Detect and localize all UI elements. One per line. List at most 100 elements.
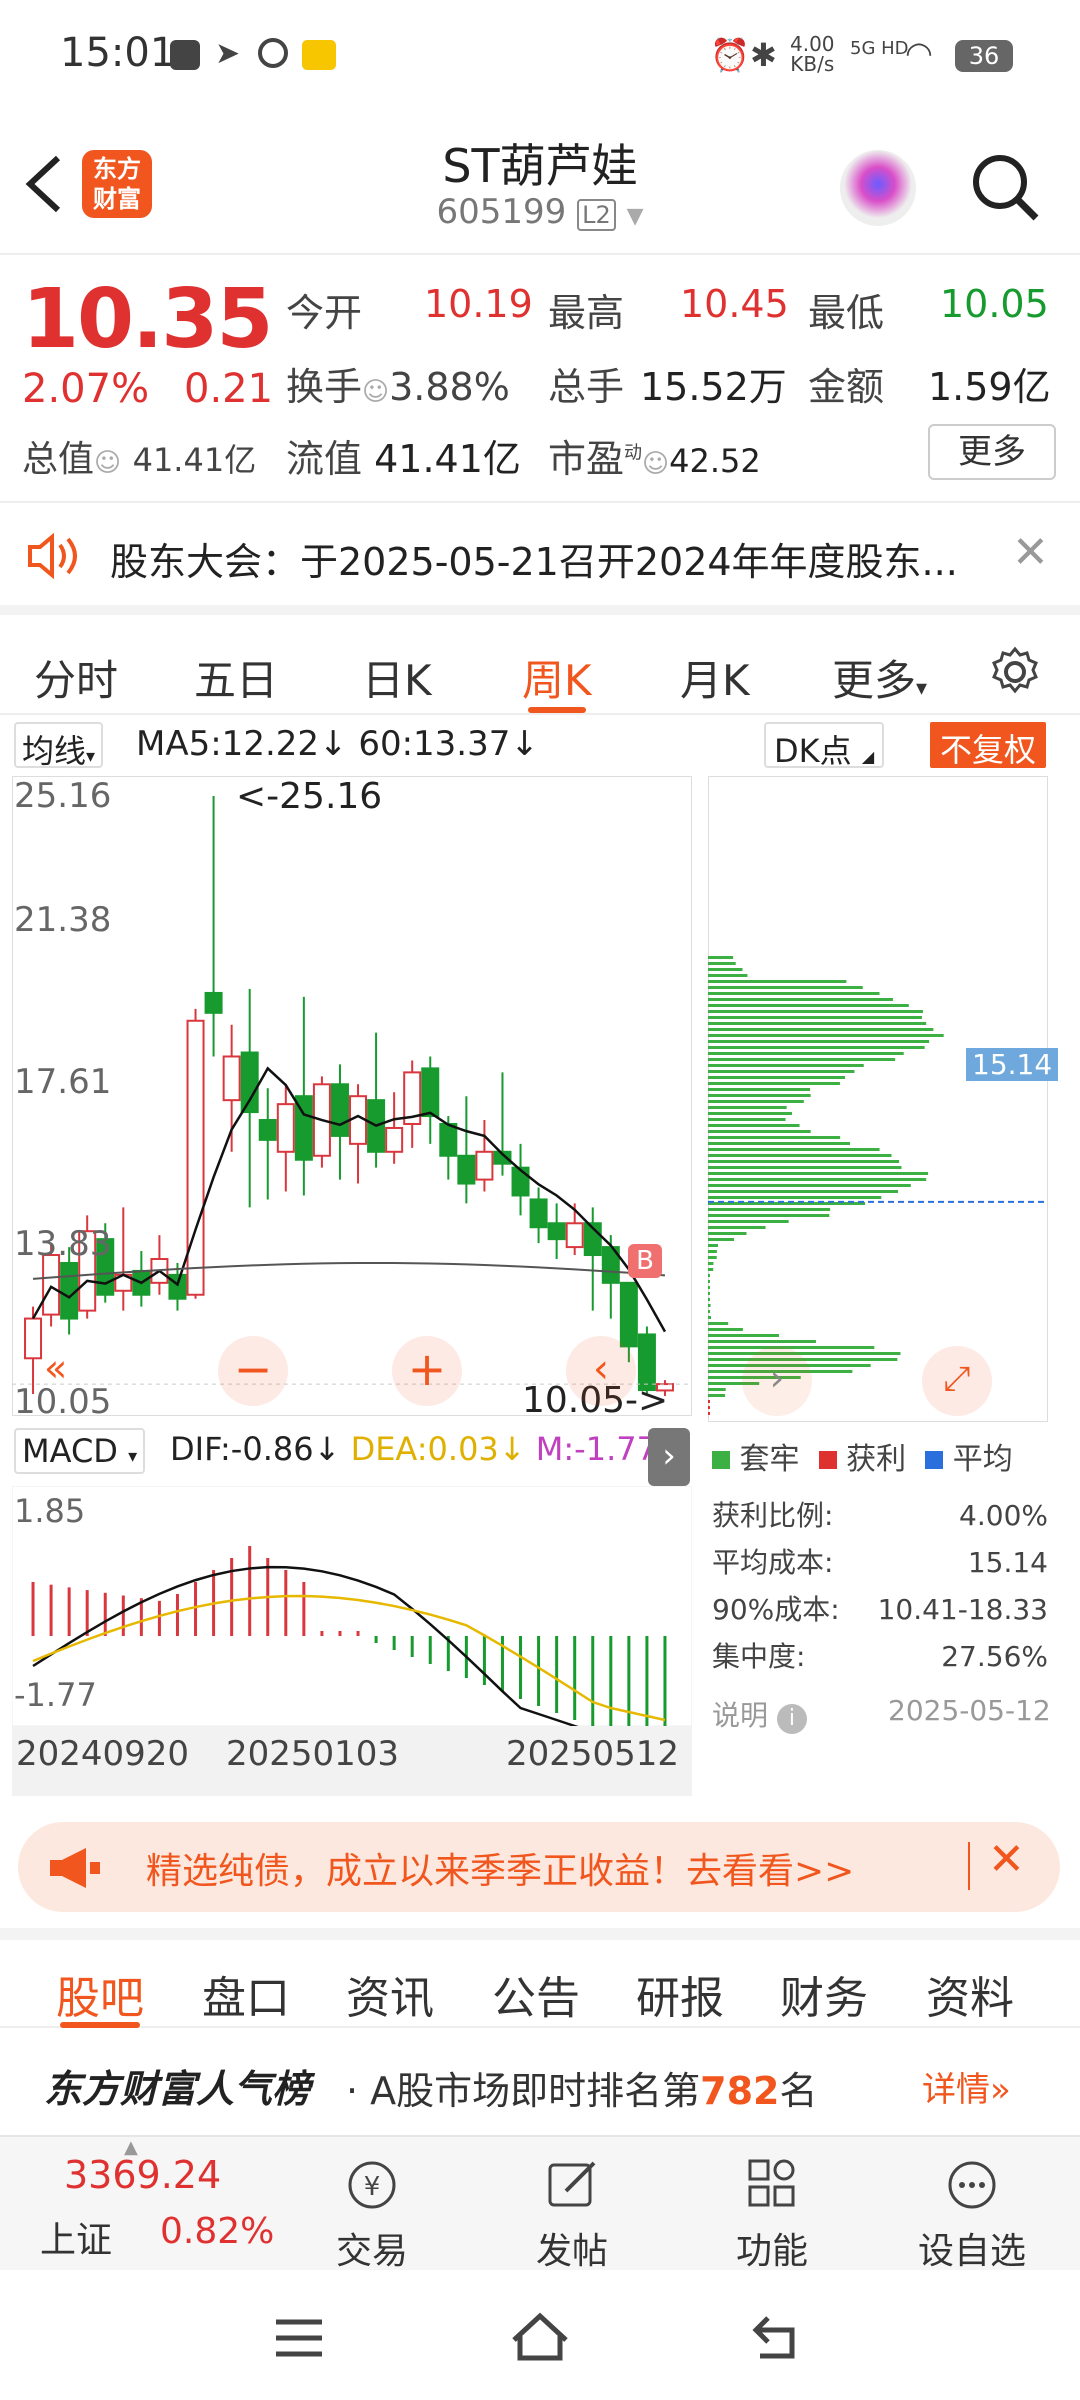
chip-bar (708, 1136, 840, 1139)
chip-bar (708, 1190, 898, 1193)
last-price: 10.35 (22, 272, 271, 367)
rank-detail-link[interactable]: 详情» (922, 2062, 1011, 2111)
alarm-icon: ⏰ (710, 36, 750, 74)
chip-bar (708, 1154, 891, 1157)
pe-ratio: 市盈动☺42.52 (548, 428, 761, 483)
nav-watchlist[interactable]: 设自选 (892, 2157, 1052, 2274)
tab-news[interactable]: 资讯 (346, 1962, 434, 2026)
tab-monthly-k[interactable]: 月K (680, 647, 750, 708)
active-tab-indicator (528, 707, 586, 713)
candle-body (206, 993, 222, 1013)
tab-finance[interactable]: 财务 (780, 1962, 868, 2026)
chip-stats: 获利比例: 4.00% 平均成本: 15.14 90%成本: 10.41-18.33 … (712, 1492, 1048, 1680)
more-button[interactable]: 更多 (928, 424, 1056, 480)
nav-post[interactable]: 发帖 (492, 2157, 652, 2274)
chip-bar (708, 1412, 710, 1415)
kline-svg[interactable] (12, 776, 692, 1416)
chip-bar (708, 1088, 810, 1091)
promo-banner[interactable]: 精选纯债，成立以来季季正收益！去看看>> ✕ (18, 1822, 1060, 1912)
more-dots-icon (942, 2157, 1002, 2213)
index-pct[interactable]: 0.82% (160, 2211, 274, 2252)
chip-bar (708, 1214, 829, 1217)
home-icon[interactable] (508, 2310, 572, 2364)
macd-svg (12, 1486, 692, 1726)
chip-bar (708, 1094, 811, 1097)
promo-close-icon[interactable]: ✕ (988, 1834, 1025, 1885)
kline-chart-area: 均线▾ MA5:12.22↓ 60:13.37↓ DK点 ◢ 不复权 25.16… (0, 716, 1080, 1806)
stat-row: 90%成本: 10.41-18.33 (712, 1586, 1048, 1633)
tab-five-day[interactable]: 五日 (194, 647, 278, 708)
notice-bar[interactable]: 股东大会：于2025-05-21召开2024年年度股东... ✕ (0, 505, 1080, 605)
wifi-icon: ◠ (905, 34, 933, 72)
tab-profile[interactable]: 资料 (926, 1962, 1014, 2026)
legend-avg-swatch (925, 1451, 943, 1469)
stock-code-row[interactable]: 605199 L2 ▼ (0, 192, 1080, 232)
abs-change: 0.21 (184, 366, 273, 412)
indicator-select[interactable]: MACD ▾ (14, 1428, 145, 1474)
amount-value: 1.59亿 (928, 356, 1051, 411)
tab-more[interactable]: 更多▾ (832, 647, 927, 708)
tab-announcement[interactable]: 公告 (492, 1962, 580, 2026)
chip-bar (708, 1268, 713, 1271)
zoom-in-icon[interactable]: + (392, 1336, 462, 1406)
sync-icon (258, 38, 288, 68)
speaker-icon (26, 533, 80, 579)
level-badge: L2 (577, 199, 616, 231)
popularity-rank[interactable]: 东方财富人气榜 · A股市场即时排名第782名 详情» (0, 2030, 1080, 2135)
zoom-out-icon[interactable]: − (218, 1336, 288, 1406)
index-name[interactable]: 上证 (40, 2211, 112, 2263)
robot-assistant-avatar[interactable] (840, 150, 916, 226)
buy-marker[interactable]: B (628, 1244, 662, 1278)
nav-trade[interactable]: ¥ 交易 (292, 2157, 452, 2274)
tab-weekly-k[interactable]: 周K (522, 647, 592, 708)
y-label-3: 17.61 (14, 1062, 111, 1102)
open-value: 10.19 (424, 282, 533, 326)
settings-gear-icon[interactable] (988, 645, 1042, 699)
status-time: 15:01 (60, 30, 175, 76)
date-start: 20240920 (16, 1734, 189, 1774)
info-icon: i (777, 1704, 807, 1734)
menu-icon[interactable] (272, 2316, 326, 2360)
back-nav-icon[interactable] (750, 2312, 806, 2362)
tab-minute[interactable]: 分时 (34, 647, 118, 708)
adjust-button[interactable]: 不复权 (930, 722, 1046, 768)
trade-icon: ¥ (342, 2157, 402, 2213)
expand-icon[interactable]: ⤢ (922, 1346, 992, 1416)
candle-body (386, 1128, 402, 1152)
tab-daily-k[interactable]: 日K (362, 647, 432, 708)
chip-bar (708, 1052, 904, 1055)
close-icon[interactable]: ✕ (1012, 527, 1049, 578)
promo-divider (968, 1842, 970, 1890)
turnover: 换手☺3.88% (286, 356, 510, 411)
stat-row: 集中度: 27.56% (712, 1633, 1048, 1680)
open-label: 今开 (286, 282, 362, 337)
index-value[interactable]: 3369.24 (64, 2153, 221, 2197)
expand-panel-icon[interactable]: › (648, 1428, 690, 1486)
tab-research[interactable]: 研报 (636, 1962, 724, 2026)
nav-function[interactable]: 功能 (692, 2157, 852, 2274)
tab-guba[interactable]: 股吧 (56, 1962, 144, 2026)
chip-bar (708, 1010, 923, 1013)
next-icon[interactable]: › (742, 1346, 812, 1416)
chip-bar (708, 1196, 881, 1199)
tab-pankou[interactable]: 盘口 (202, 1962, 290, 2026)
avg-cost-label: 15.14 (966, 1048, 1058, 1081)
chip-bar (708, 1016, 922, 1019)
prev-icon[interactable]: ‹ (566, 1336, 636, 1406)
search-icon[interactable] (968, 150, 1042, 224)
scroll-left-icon[interactable]: « (44, 1346, 67, 1390)
chip-bar (708, 1172, 928, 1175)
market-cap: 总值☺ 41.41亿 (22, 430, 256, 482)
y-label-4: 13.83 (14, 1224, 111, 1264)
battery-icon: 36 (955, 40, 1013, 72)
candle-body (332, 1084, 348, 1136)
dk-point-select[interactable]: DK点 ◢ (764, 722, 884, 768)
chip-note[interactable]: 说明 i (712, 1694, 807, 1734)
ma-select[interactable]: 均线▾ (14, 722, 103, 768)
chip-bar (708, 1298, 710, 1301)
candle-body (440, 1124, 456, 1156)
candle-body (188, 1021, 204, 1295)
chip-bar (708, 1166, 901, 1169)
nav-post-label: 发帖 (492, 2222, 652, 2274)
chip-bar (708, 1334, 779, 1337)
